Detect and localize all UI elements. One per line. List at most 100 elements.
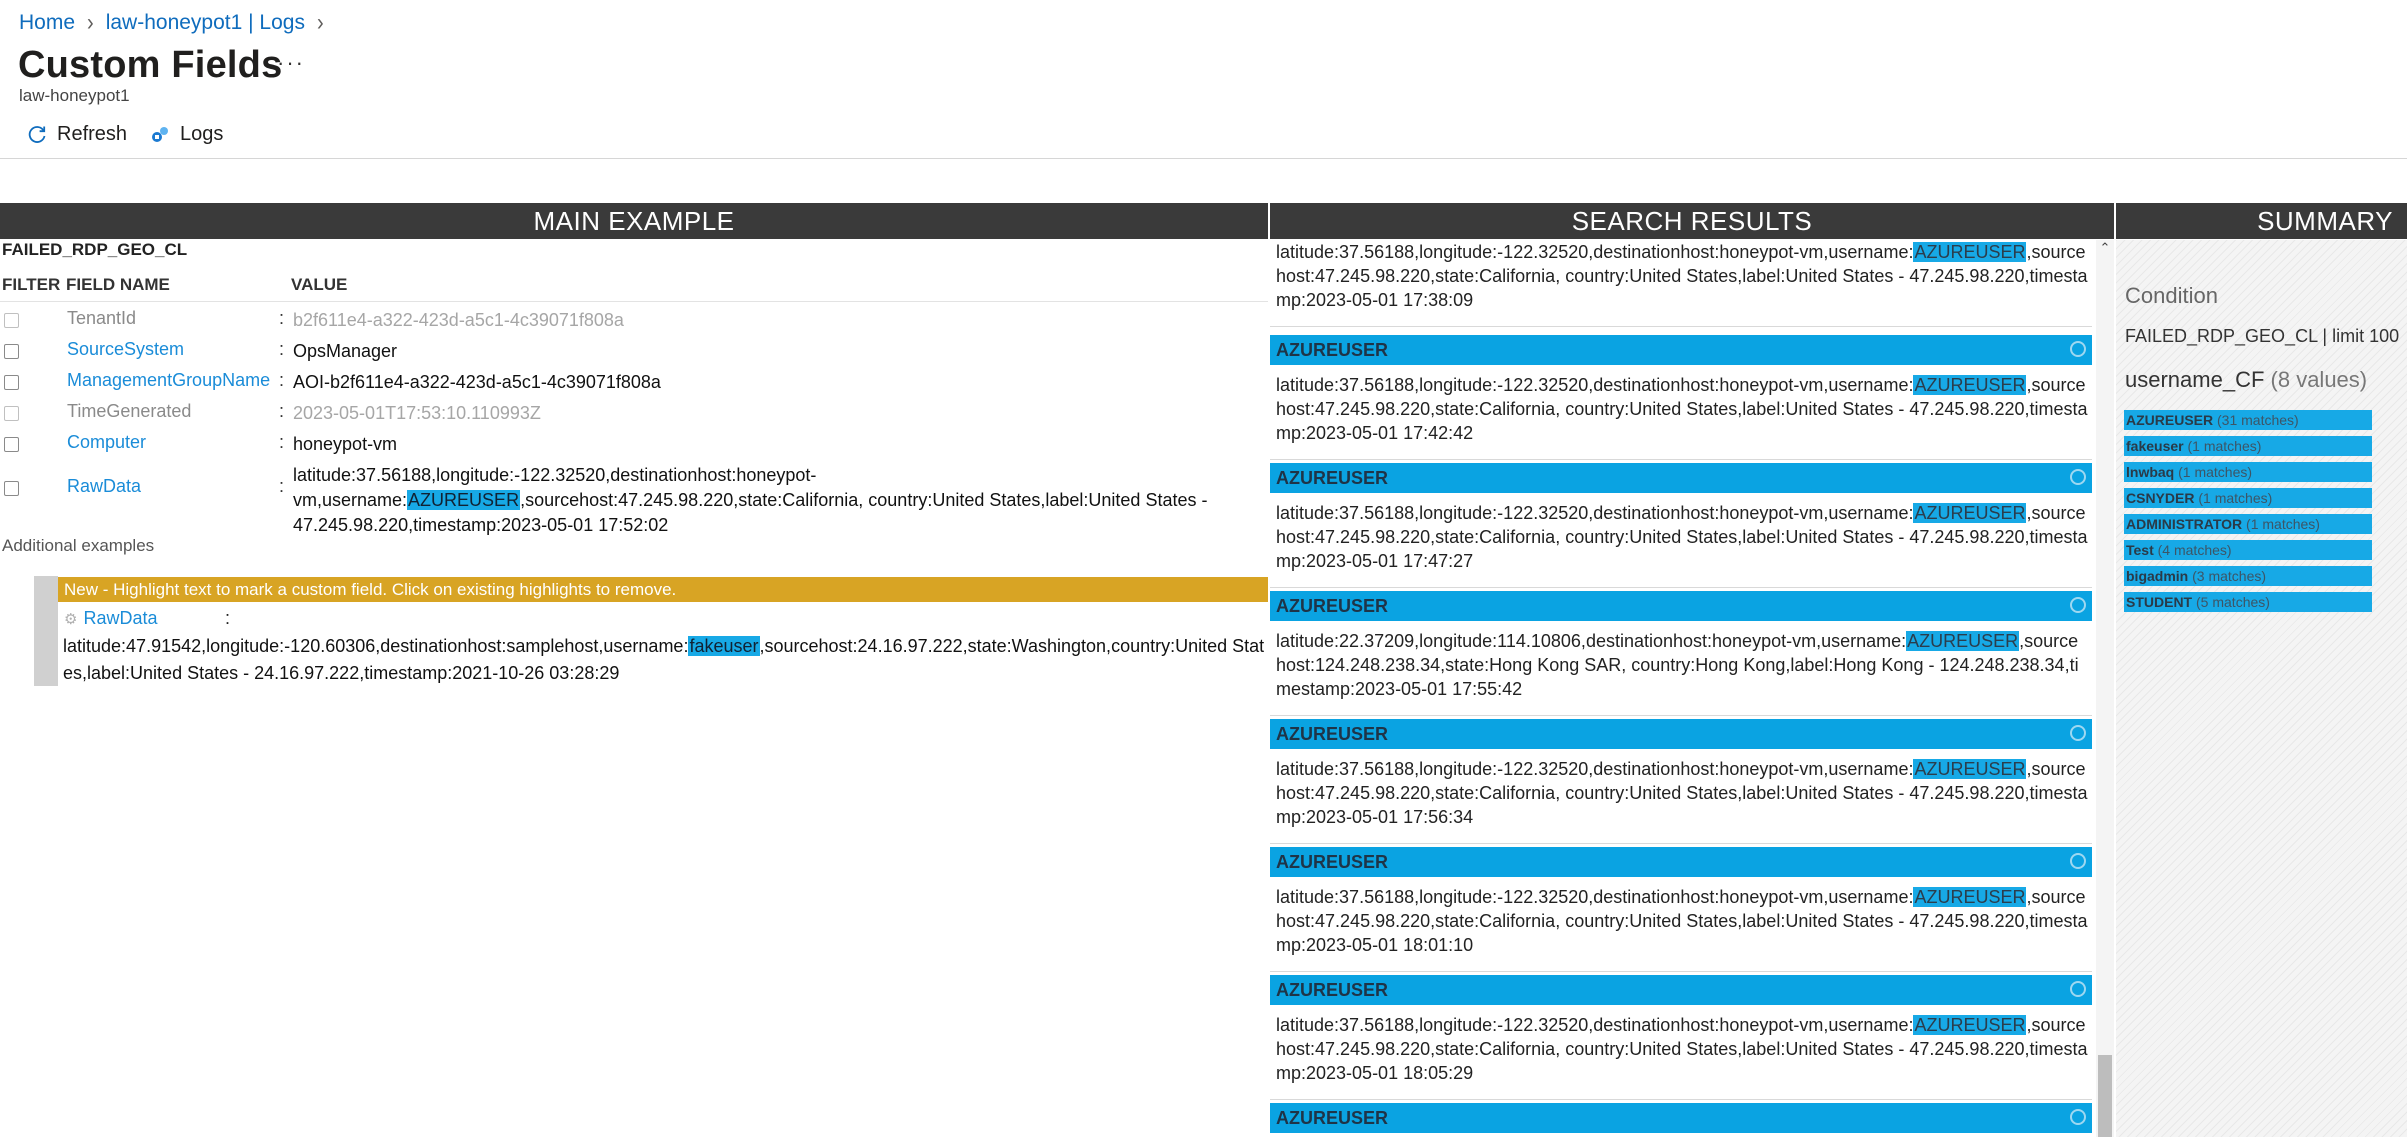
summary-value-item[interactable]: AZUREUSER (31 matches) xyxy=(2124,410,2372,430)
field-name[interactable]: TimeGenerated xyxy=(67,401,191,422)
summary-value-item[interactable]: Test (4 matches) xyxy=(2124,540,2372,560)
result-divider xyxy=(1270,715,2092,716)
result-highlight[interactable]: AZUREUSER xyxy=(1913,1015,2027,1035)
result-highlight[interactable]: AZUREUSER xyxy=(1913,887,2027,907)
refresh-icon xyxy=(28,125,46,143)
result-header: AZUREUSER xyxy=(1270,1103,2092,1133)
result-card[interactable]: AZUREUSER latitude:37.56188,longitude:-1… xyxy=(1270,847,2092,975)
filter-checkbox[interactable] xyxy=(4,313,19,328)
chevron-up-icon[interactable]: ⌃ xyxy=(2098,240,2112,255)
field-value: AOI-b2f611e4-a322-423d-a5c1-4c39071f808a xyxy=(293,372,661,392)
result-text[interactable]: latitude:37.56188,longitude:-122.32520,d… xyxy=(1276,885,2088,957)
result-header: AZUREUSER xyxy=(1270,463,2092,493)
breadcrumb-logs-link[interactable]: law-honeypot1 | Logs xyxy=(106,11,305,35)
result-text[interactable]: latitude:37.56188,longitude:-122.32520,d… xyxy=(1276,501,2088,573)
result-card[interactable]: latitude:37.56188,longitude:-122.32520,d… xyxy=(1270,240,2092,330)
result-highlight[interactable]: AZUREUSER xyxy=(1913,242,2027,262)
main-example-header: MAIN EXAMPLE xyxy=(0,203,1268,239)
result-divider xyxy=(1270,326,2092,327)
additional-examples-label: Additional examples xyxy=(2,536,155,555)
field-name-column-header: FIELD NAME xyxy=(66,275,170,294)
summary-value-item[interactable]: ADMINISTRATOR (1 matches) xyxy=(2124,514,2372,534)
result-divider xyxy=(1270,587,2092,588)
example-field-name[interactable]: ⚙ RawData xyxy=(64,608,157,629)
example-rawdata-value[interactable]: latitude:47.91542,longitude:-120.60306,d… xyxy=(63,633,1268,685)
condition-text: FAILED_RDP_GEO_CL | limit 100 xyxy=(2125,326,2400,346)
result-card[interactable]: AZUREUSER xyxy=(1270,1103,2092,1137)
breadcrumb-home-link[interactable]: Home xyxy=(19,11,75,35)
rawdata-value[interactable]: latitude:37.56188,longitude:-122.32520,d… xyxy=(293,463,1263,538)
more-options-button[interactable]: ··· xyxy=(277,50,305,76)
check-icon[interactable] xyxy=(2070,981,2086,997)
gear-icon: ⚙ xyxy=(64,610,78,628)
filter-column-header: FILTER xyxy=(2,275,61,294)
result-header: AZUREUSER xyxy=(1270,591,2092,621)
breadcrumb: Home › law-honeypot1 | Logs › xyxy=(19,9,336,36)
logs-icon xyxy=(152,126,169,142)
check-icon[interactable] xyxy=(2070,597,2086,613)
filter-checkbox[interactable] xyxy=(4,375,19,390)
filter-checkbox[interactable] xyxy=(4,406,19,421)
field-name[interactable]: RawData xyxy=(67,476,141,497)
result-card[interactable]: AZUREUSER latitude:37.56188,longitude:-1… xyxy=(1270,463,2092,591)
result-header: AZUREUSER xyxy=(1270,847,2092,877)
filter-checkbox[interactable] xyxy=(4,481,19,496)
result-text[interactable]: latitude:37.56188,longitude:-122.32520,d… xyxy=(1276,240,2088,312)
result-highlight[interactable]: AZUREUSER xyxy=(1913,759,2027,779)
field-name[interactable]: ManagementGroupName xyxy=(67,370,270,391)
check-icon[interactable] xyxy=(2070,469,2086,485)
field-name[interactable]: Computer xyxy=(67,432,146,453)
result-divider xyxy=(1270,971,2092,972)
result-card[interactable]: AZUREUSER latitude:37.56188,longitude:-1… xyxy=(1270,719,2092,847)
refresh-label: Refresh xyxy=(57,123,128,145)
result-text[interactable]: latitude:22.37209,longitude:114.10806,de… xyxy=(1276,629,2088,701)
page-title: Custom Fields xyxy=(18,44,283,86)
check-icon[interactable] xyxy=(2070,1109,2086,1125)
summary-value-item[interactable]: lnwbaq (1 matches) xyxy=(2124,462,2372,482)
result-text[interactable]: latitude:37.56188,longitude:-122.32520,d… xyxy=(1276,1013,2088,1085)
command-bar: Refresh Logs xyxy=(26,123,223,146)
filter-checkbox[interactable] xyxy=(4,437,19,452)
field-colon: : xyxy=(279,370,285,390)
field-colon: : xyxy=(279,401,285,421)
field-value: 2023-05-01T17:53:10.110993Z xyxy=(293,403,541,423)
result-highlight[interactable]: AZUREUSER xyxy=(1906,631,2020,651)
summary-value-item[interactable]: fakeuser (1 matches) xyxy=(2124,436,2372,456)
check-icon[interactable] xyxy=(2070,341,2086,357)
summary-value-item[interactable]: CSNYDER (1 matches) xyxy=(2124,488,2372,508)
results-scrollbar[interactable] xyxy=(2096,240,2114,1137)
field-name[interactable]: TenantId xyxy=(67,308,136,329)
example-field-colon: : xyxy=(225,608,231,628)
search-results-list: latitude:37.56188,longitude:-122.32520,d… xyxy=(1270,240,2096,1137)
condition-heading: Condition xyxy=(2125,283,2218,308)
field-name[interactable]: SourceSystem xyxy=(67,339,184,360)
result-card[interactable]: AZUREUSER latitude:37.56188,longitude:-1… xyxy=(1270,975,2092,1103)
search-results-header: SEARCH RESULTS xyxy=(1270,203,2114,239)
field-colon: : xyxy=(279,432,285,452)
result-card[interactable]: AZUREUSER latitude:37.56188,longitude:-1… xyxy=(1270,335,2092,463)
field-value: OpsManager xyxy=(293,341,398,361)
check-icon[interactable] xyxy=(2070,853,2086,869)
refresh-button[interactable]: Refresh xyxy=(26,123,127,146)
chevron-right-icon: › xyxy=(87,9,94,36)
custom-field-highlight[interactable]: fakeuser xyxy=(688,636,760,656)
field-colon: : xyxy=(279,339,285,359)
field-value: honeypot-vm xyxy=(293,434,398,454)
result-highlight[interactable]: AZUREUSER xyxy=(1913,503,2027,523)
result-text[interactable]: latitude:37.56188,longitude:-122.32520,d… xyxy=(1276,757,2088,829)
field-row-rawdata: RawData : latitude:37.56188,longitude:-1… xyxy=(0,463,1268,535)
custom-field-highlight[interactable]: AZUREUSER xyxy=(407,490,521,510)
logs-button[interactable]: Logs xyxy=(149,123,223,146)
filter-checkbox[interactable] xyxy=(4,344,19,359)
check-icon[interactable] xyxy=(2070,725,2086,741)
result-divider xyxy=(1270,459,2092,460)
chevron-right-icon: › xyxy=(316,9,324,36)
summary-value-item[interactable]: bigadmin (3 matches) xyxy=(2124,566,2372,586)
result-card[interactable]: AZUREUSER latitude:22.37209,longitude:11… xyxy=(1270,591,2092,719)
field-value: b2f611e4-a322-423d-a5c1-4c39071f808a xyxy=(293,310,624,330)
logs-label: Logs xyxy=(180,123,224,145)
summary-value-item[interactable]: STUDENT (5 matches) xyxy=(2124,592,2372,612)
scrollbar-thumb[interactable] xyxy=(2098,1055,2112,1137)
result-highlight[interactable]: AZUREUSER xyxy=(1913,375,2027,395)
result-text[interactable]: latitude:37.56188,longitude:-122.32520,d… xyxy=(1276,373,2088,445)
